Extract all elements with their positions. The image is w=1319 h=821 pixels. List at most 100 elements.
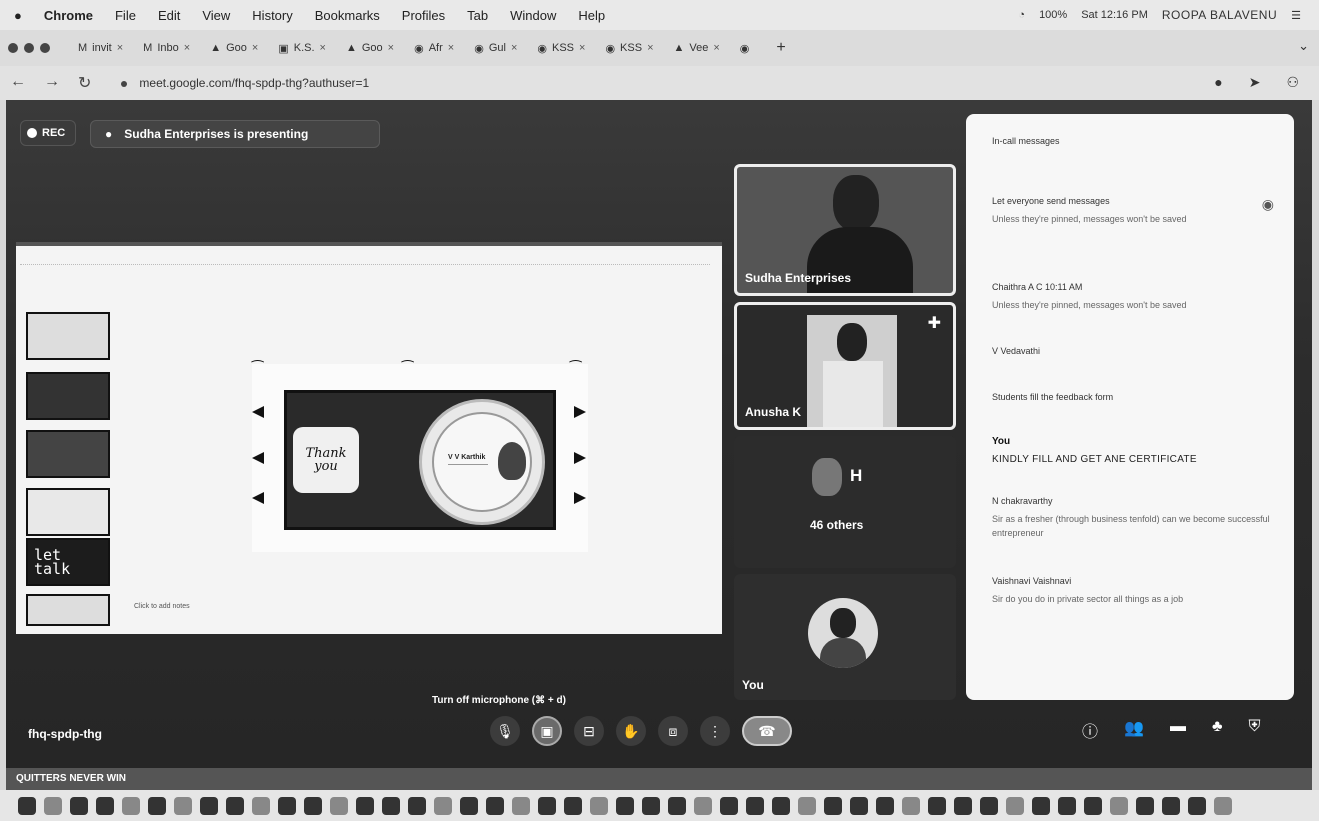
camera-button[interactable]: ▣ xyxy=(532,716,562,746)
profile-icon[interactable]: ⚇ xyxy=(1286,74,1299,91)
menu-window[interactable]: Window xyxy=(510,8,556,23)
menu-view[interactable]: View xyxy=(202,8,230,23)
browser-tab[interactable]: ▣ K.S. × xyxy=(268,36,336,60)
dock-app-icon[interactable] xyxy=(486,796,504,815)
participant-tile[interactable]: Sudha Enterprises xyxy=(734,164,956,296)
lock-icon[interactable] xyxy=(121,80,128,87)
menu-profiles[interactable]: Profiles xyxy=(402,8,445,23)
browser-tab[interactable]: Minvit × xyxy=(68,36,133,60)
dock-app-icon[interactable] xyxy=(96,796,114,815)
microphone-button[interactable]: 🎙 xyxy=(490,716,520,746)
more-options-button[interactable]: ⋮ xyxy=(700,716,730,746)
close-tab-icon[interactable]: × xyxy=(252,42,258,54)
dock-app-icon[interactable] xyxy=(824,796,842,815)
menu-file[interactable]: File xyxy=(115,8,136,23)
dock-app-icon[interactable] xyxy=(434,796,452,815)
browser-tab[interactable]: ◉ KSS × xyxy=(527,36,595,60)
captions-button[interactable]: ⊟ xyxy=(574,716,604,746)
reload-icon[interactable]: ↻ xyxy=(78,73,91,93)
dock-app-icon[interactable] xyxy=(1006,796,1024,815)
dock-app-icon[interactable] xyxy=(1058,796,1076,815)
wifi-icon[interactable]: ◔ xyxy=(1018,9,1025,21)
menu-tab[interactable]: Tab xyxy=(467,8,488,23)
chat-icon[interactable]: ▬ xyxy=(1170,718,1186,742)
extensions-icon[interactable]: ➤ xyxy=(1249,74,1261,91)
minimize-window-button[interactable] xyxy=(24,43,34,53)
dock-app-icon[interactable] xyxy=(928,796,946,815)
dock-app-icon[interactable] xyxy=(590,796,608,815)
browser-tab[interactable]: ▲ Goo × xyxy=(200,36,268,60)
dock-app-icon[interactable] xyxy=(460,796,478,815)
dock-app-icon[interactable] xyxy=(512,796,530,815)
dock-app-icon[interactable] xyxy=(174,796,192,815)
leave-call-button[interactable]: ☎ xyxy=(742,716,792,746)
raise-hand-button[interactable]: ✋ xyxy=(616,716,646,746)
dock-app-icon[interactable] xyxy=(44,796,62,815)
self-tile[interactable]: You xyxy=(734,574,956,700)
dock-app-icon[interactable] xyxy=(668,796,686,815)
back-icon[interactable]: ← xyxy=(10,73,26,93)
dock-app-icon[interactable] xyxy=(382,796,400,815)
control-center-icon[interactable]: ☰ xyxy=(1291,9,1301,22)
close-tab-icon[interactable]: × xyxy=(511,42,517,54)
participant-tile[interactable]: ✚ Anusha K xyxy=(734,302,956,430)
dock-app-icon[interactable] xyxy=(746,796,764,815)
dock-app-icon[interactable] xyxy=(304,796,322,815)
dock-app-icon[interactable] xyxy=(850,796,868,815)
close-tab-icon[interactable]: × xyxy=(184,42,190,54)
activities-icon[interactable]: ♣ xyxy=(1212,718,1223,742)
browser-tab[interactable]: M Inbo × xyxy=(133,36,200,60)
dock-app-icon[interactable] xyxy=(876,796,894,815)
dock-app-icon[interactable] xyxy=(642,796,660,815)
dock-app-icon[interactable] xyxy=(408,796,426,815)
dock-app-icon[interactable] xyxy=(902,796,920,815)
others-tile[interactable]: H 46 others xyxy=(734,436,956,568)
browser-tab[interactable]: ◉ KSS × xyxy=(595,36,663,60)
dock-app-icon[interactable] xyxy=(252,796,270,815)
dock-app-icon[interactable] xyxy=(720,796,738,815)
tab-search-icon[interactable]: ⌄ xyxy=(1298,38,1309,54)
dock-app-icon[interactable] xyxy=(330,796,348,815)
dock-app-icon[interactable] xyxy=(1084,796,1102,815)
browser-tab[interactable]: ◉ Afr × xyxy=(404,36,464,60)
dock-app-icon[interactable] xyxy=(122,796,140,815)
browser-tab[interactable]: ▲ Vee × xyxy=(664,36,730,60)
dock-app-icon[interactable] xyxy=(694,796,712,815)
menu-help[interactable]: Help xyxy=(578,8,605,23)
close-tab-icon[interactable]: × xyxy=(647,42,653,54)
present-button[interactable]: ⧈ xyxy=(658,716,688,746)
people-icon[interactable]: 👥 xyxy=(1124,718,1144,742)
new-tab-button[interactable]: + xyxy=(776,39,785,57)
dock-app-icon[interactable] xyxy=(1188,796,1206,815)
apple-icon[interactable]: ● xyxy=(14,8,22,23)
menu-edit[interactable]: Edit xyxy=(158,8,180,23)
dock-app-icon[interactable] xyxy=(772,796,790,815)
dock-app-icon[interactable] xyxy=(798,796,816,815)
battery-level[interactable]: 100% xyxy=(1039,9,1067,21)
address-input[interactable]: meet.google.com/fhq-spdp-thg?authuser=1 xyxy=(121,76,369,90)
menu-app[interactable]: Chrome xyxy=(44,8,93,23)
browser-tab[interactable]: ▲ Goo × xyxy=(336,36,404,60)
menu-history[interactable]: History xyxy=(252,8,292,23)
browser-tab[interactable]: ◉ Gul × xyxy=(464,36,527,60)
dock-app-icon[interactable] xyxy=(226,796,244,815)
close-tab-icon[interactable]: × xyxy=(579,42,585,54)
forward-icon[interactable]: → xyxy=(44,73,60,93)
dock-app-icon[interactable] xyxy=(1162,796,1180,815)
dock-app-icon[interactable] xyxy=(200,796,218,815)
close-tab-icon[interactable]: × xyxy=(117,42,123,54)
dock-app-icon[interactable] xyxy=(70,796,88,815)
pin-icon[interactable]: ✚ xyxy=(928,313,941,333)
close-tab-icon[interactable]: × xyxy=(448,42,454,54)
close-tab-icon[interactable]: × xyxy=(388,42,394,54)
close-tab-icon[interactable]: × xyxy=(320,42,326,54)
host-controls-icon[interactable]: ⛨ xyxy=(1248,718,1260,742)
zoom-window-button[interactable] xyxy=(40,43,50,53)
menu-bookmarks[interactable]: Bookmarks xyxy=(315,8,380,23)
dock-app-icon[interactable] xyxy=(1136,796,1154,815)
close-tab-icon[interactable]: × xyxy=(713,42,719,54)
meeting-info-icon[interactable]: ⓘ xyxy=(1082,718,1098,742)
camera-indicator-icon[interactable]: ● xyxy=(1214,74,1222,91)
dock-app-icon[interactable] xyxy=(1214,796,1232,815)
dock-app-icon[interactable] xyxy=(1032,796,1050,815)
